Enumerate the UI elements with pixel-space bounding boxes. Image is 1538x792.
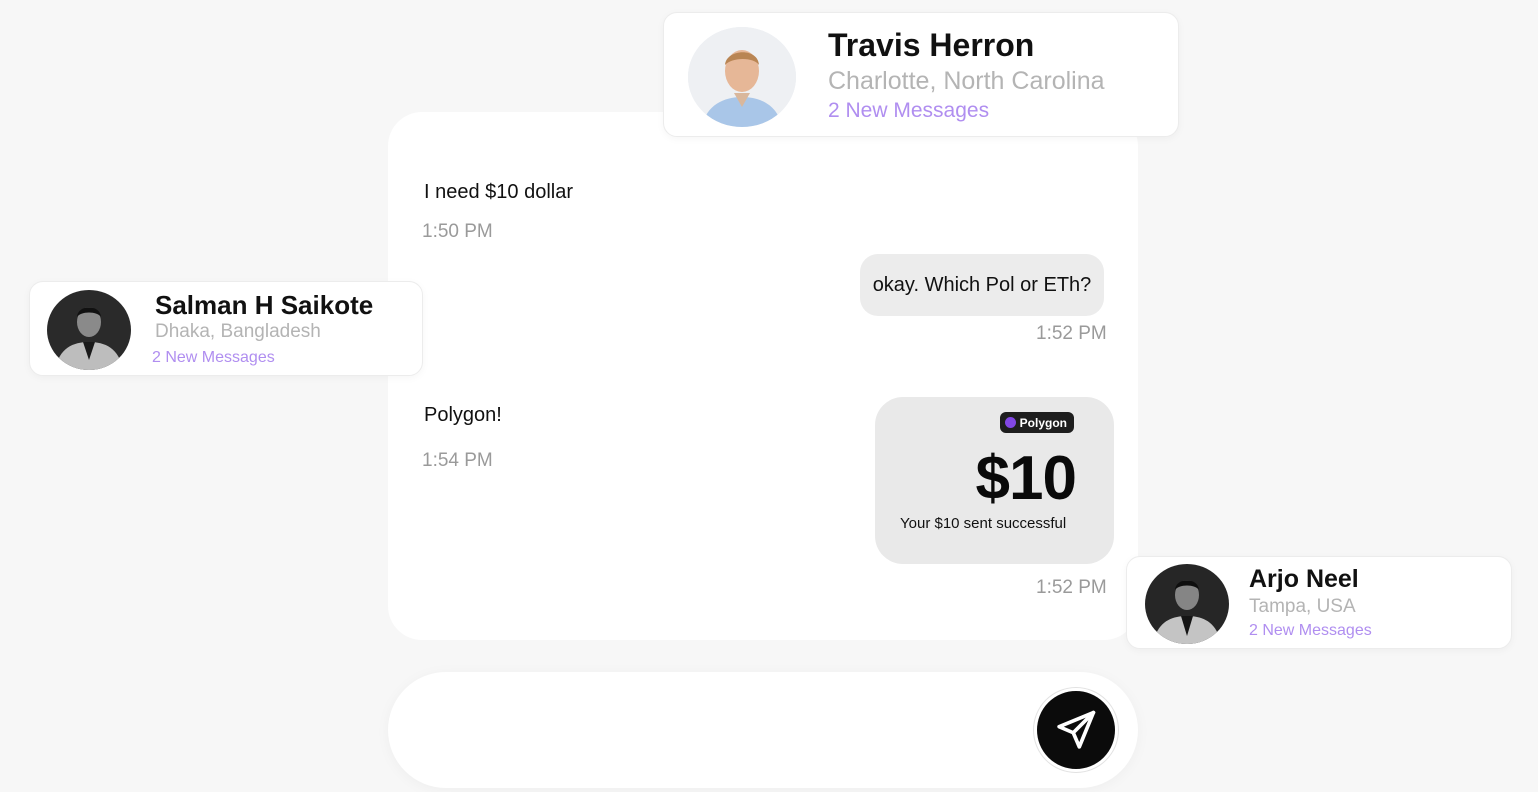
contact-location: Charlotte, North Carolina — [828, 67, 1105, 95]
payment-card[interactable]: Polygon $10 Your $10 sent successful — [875, 397, 1114, 564]
message-composer[interactable] — [388, 672, 1138, 788]
contact-name: Salman H Saikote — [155, 290, 374, 320]
payment-caption: Your $10 sent successful — [900, 515, 1067, 532]
send-icon — [1057, 710, 1096, 749]
send-button[interactable] — [1034, 688, 1118, 772]
new-messages-count[interactable]: 2 New Messages — [1249, 622, 1372, 640]
contact-card-salman[interactable]: Salman H Saikote Dhaka, Bangladesh 2 New… — [29, 281, 423, 376]
contact-card-travis[interactable]: Travis Herron Charlotte, North Carolina … — [663, 12, 1179, 137]
message-time: 1:50 PM — [422, 221, 493, 242]
message-time: 1:54 PM — [422, 450, 493, 471]
message-time: 1:52 PM — [1036, 323, 1107, 344]
new-messages-count[interactable]: 2 New Messages — [152, 349, 275, 367]
contact-name: Arjo Neel — [1249, 565, 1359, 593]
message-outgoing-text: okay. Which Pol or ETh? — [872, 273, 1092, 296]
message-incoming-text: Polygon! — [424, 404, 502, 426]
avatar — [688, 27, 796, 127]
avatar — [1145, 564, 1229, 644]
message-incoming-text: I need $10 dollar — [424, 181, 574, 203]
contact-location: Tampa, USA — [1249, 596, 1356, 617]
network-label: Polygon — [1019, 415, 1067, 430]
contact-card-arjo[interactable]: Arjo Neel Tampa, USA 2 New Messages — [1126, 556, 1512, 649]
avatar — [47, 290, 131, 370]
message-outgoing-bubble: okay. Which Pol or ETh? — [860, 254, 1104, 316]
contact-name: Travis Herron — [828, 27, 1035, 63]
network-badge: Polygon — [999, 412, 1074, 433]
payment-amount: $10 — [975, 444, 1077, 513]
contact-location: Dhaka, Bangladesh — [155, 321, 321, 342]
chat-panel: I need $10 dollar 1:50 PM okay. Which Po… — [388, 112, 1138, 640]
polygon-icon — [1004, 417, 1016, 428]
message-time: 1:52 PM — [1036, 577, 1107, 598]
new-messages-count[interactable]: 2 New Messages — [828, 99, 989, 123]
